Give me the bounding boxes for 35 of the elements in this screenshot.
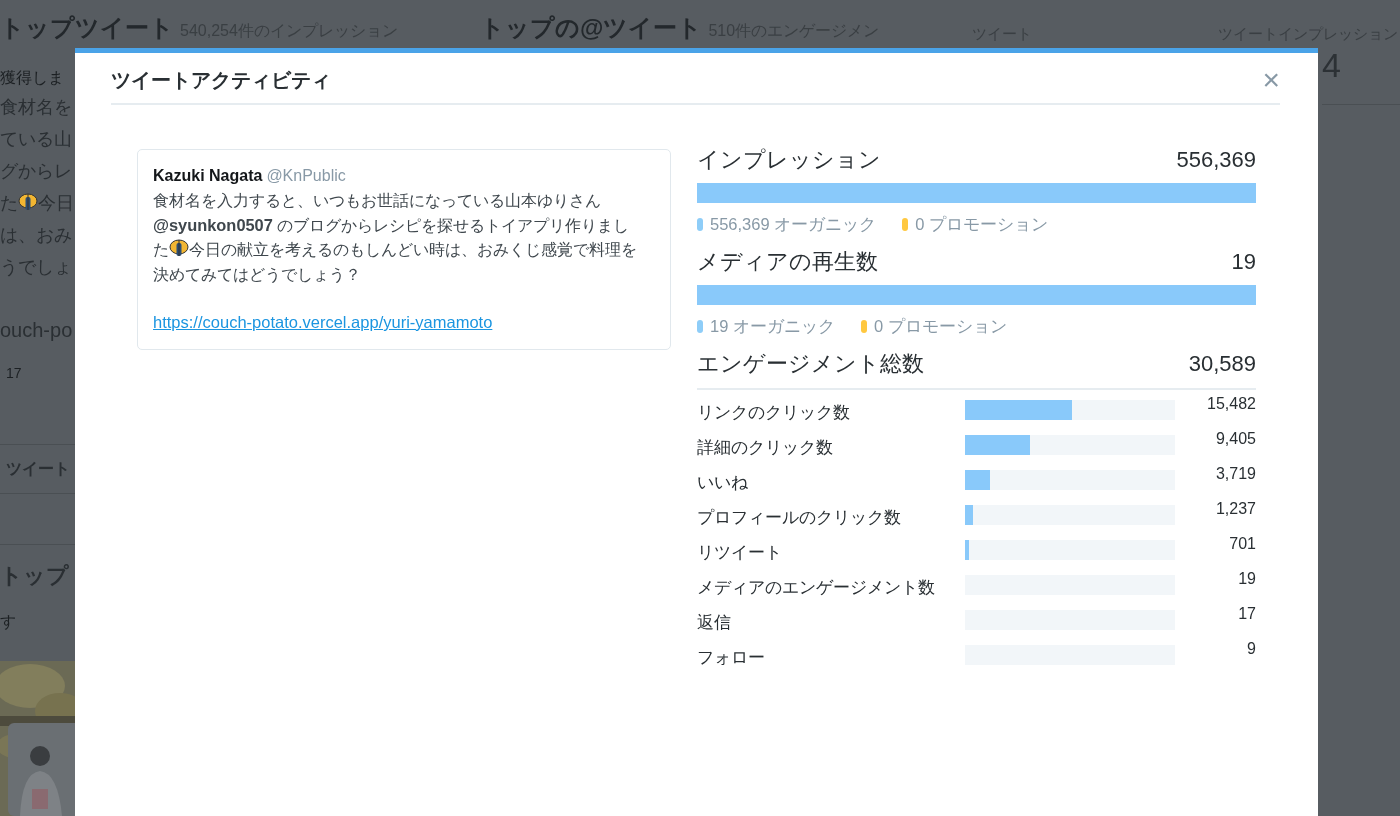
metric-value: 1,237 (1214, 498, 1256, 519)
metric-title: メディアの再生数 (697, 247, 878, 276)
author-name: Kazuki Nagata (153, 167, 263, 184)
metric-label: プロフィールのクリック数 (697, 506, 902, 528)
reply-count: 17 (5, 364, 23, 383)
metric-label: いいね (697, 471, 749, 493)
legend-label: 19 オーガニック (710, 315, 835, 337)
metric-title: エンゲージメント総数 (697, 349, 924, 378)
tweet-link[interactable]: https://couch-potato.vercel.app/yuri-yamamoto (153, 313, 493, 331)
metric-label: 詳細のクリック数 (697, 436, 834, 458)
metric-total: 556,369 (1176, 146, 1256, 174)
tweet-text: す (0, 612, 17, 632)
close-button[interactable]: × (1262, 65, 1280, 95)
metric-total: 30,589 (1188, 349, 1256, 378)
legend-label: 556,369 オーガニック (710, 214, 877, 235)
author-handle: @KnPublic (266, 167, 346, 184)
metric-value: 9 (1246, 638, 1256, 659)
dialog-title: ツイートアクティビティ (111, 68, 331, 92)
metric-value: 15,482 (1206, 393, 1256, 414)
metric-value: 3,719 (1214, 463, 1256, 484)
metric-value: 9,405 (1214, 428, 1256, 449)
metric-label: リツイート (697, 541, 783, 563)
metric-value: 17 (1237, 603, 1256, 624)
metric-label: フォロー (697, 646, 766, 668)
metric-total: 19 (1231, 247, 1256, 276)
legend-label: 0 プロモーション (915, 214, 1048, 235)
metric-label: 返信 (697, 611, 732, 633)
metric-value: 19 (1237, 568, 1256, 589)
metric-title: インプレッション (697, 146, 881, 174)
metric-value: 701 (1228, 533, 1256, 554)
metric-label: メディアのエンゲージメント数 (697, 576, 936, 598)
metric-label: リンクのクリック数 (697, 401, 851, 423)
tweet-text: 食材名を入力すると、いつもお世話になっている山本ゆりさん@syunkon0507 のブログからレシピを探せるトイアプリ作りました 今日の献立を考えるのもしんどい時は、おみくじ感覚で料理を決めてみてはどうでしょう？ (153, 190, 638, 285)
legend-label: 0 プロモーション (873, 315, 1007, 337)
tweet-text: 獲得しま (0, 68, 65, 88)
